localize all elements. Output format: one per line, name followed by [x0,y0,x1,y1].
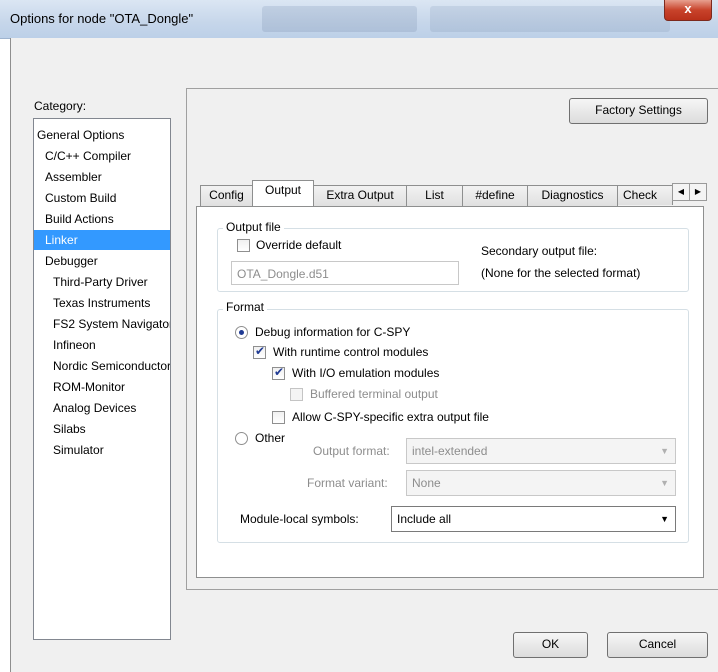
output-format-label: Output format: [313,444,390,458]
scroll-left-icon[interactable]: ◀ [672,183,690,201]
io-emulation-checkbox[interactable] [272,365,285,380]
format-variant-value: None [412,476,441,490]
tab-config[interactable]: Config [200,185,253,206]
secondary-output-label: Secondary output file: [481,244,598,258]
tab-list[interactable]: List [406,185,463,206]
output-format-value: intel-extended [412,444,488,458]
runtime-control-label: With runtime control modules [273,345,429,359]
override-default-checkbox[interactable] [237,239,250,252]
category-item-nordic-semiconductor[interactable]: Nordic Semiconductor [53,356,170,376]
allow-cspy-checkbox[interactable] [272,411,285,424]
ok-button[interactable]: OK [513,632,588,658]
tab-define[interactable]: #define [462,185,528,206]
category-item-linker[interactable]: Linker [34,230,170,250]
secondary-output-value: (None for the selected format) [481,266,641,280]
factory-settings-button[interactable]: Factory Settings [569,98,708,124]
output-format-select[interactable]: intel-extended ▼ [406,438,676,464]
background-blur [430,6,670,32]
tab-diagnostics[interactable]: Diagnostics [527,185,618,206]
runtime-control-checkbox[interactable] [253,344,266,359]
format-variant-select[interactable]: None ▼ [406,470,676,496]
tab-check[interactable]: Check [617,185,673,205]
category-item-assembler[interactable]: Assembler [45,167,102,187]
tab-output[interactable]: Output [252,180,314,206]
category-item-infineon[interactable]: Infineon [53,335,96,355]
background-blur [262,6,417,32]
tab-scroll: ◀ ▶ [672,183,707,201]
other-format-label: Other [255,431,286,445]
scroll-right-icon[interactable]: ▶ [689,183,707,201]
category-item-debugger[interactable]: Debugger [45,251,98,271]
chevron-down-icon: ▼ [660,514,669,524]
chevron-down-icon: ▼ [660,446,669,456]
category-item-c-compiler[interactable]: C/C++ Compiler [45,146,131,166]
category-label: Category: [34,99,87,113]
other-format-radio[interactable] [235,432,248,445]
category-item-simulator[interactable]: Simulator [53,440,104,460]
tab-extra-output[interactable]: Extra Output [313,185,407,206]
module-local-select[interactable]: Include all ▼ [391,506,676,532]
debug-info-label: Debug information for C-SPY [255,325,411,339]
close-button[interactable]: x [664,0,712,21]
cancel-button[interactable]: Cancel [607,632,708,658]
allow-cspy-label: Allow C-SPY-specific extra output file [292,410,489,424]
format-group-title: Format [223,300,268,314]
override-default-label: Override default [256,238,342,252]
format-variant-label: Format variant: [307,476,388,490]
category-item-build-actions[interactable]: Build Actions [45,209,114,229]
buffered-terminal-checkbox[interactable] [290,388,303,401]
title-bar: Options for node "OTA_Dongle" x [0,0,718,39]
module-local-value: Include all [397,512,452,526]
category-item-fs2-system-navigator[interactable]: FS2 System Navigator [53,314,170,334]
category-item-analog-devices[interactable]: Analog Devices [53,398,136,418]
category-item-general-options[interactable]: General Options [37,125,124,145]
chevron-down-icon: ▼ [660,478,669,488]
debug-info-radio[interactable] [235,326,248,339]
category-item-silabs[interactable]: Silabs [53,419,86,439]
output-file-group-title: Output file [223,220,284,234]
category-item-rom-monitor[interactable]: ROM-Monitor [53,377,125,397]
category-item-third-party-driver[interactable]: Third-Party Driver [53,272,148,292]
module-local-label: Module-local symbols: [240,512,359,526]
output-filename-field[interactable]: OTA_Dongle.d51 [231,261,459,285]
io-emulation-label: With I/O emulation modules [292,366,440,380]
category-list[interactable]: General Options C/C++ Compiler Assembler… [33,118,171,640]
window-title: Options for node "OTA_Dongle" [10,11,194,26]
category-item-custom-build[interactable]: Custom Build [45,188,116,208]
close-icon: x [684,1,692,16]
buffered-terminal-label: Buffered terminal output [310,387,438,401]
category-item-texas-instruments[interactable]: Texas Instruments [53,293,150,313]
